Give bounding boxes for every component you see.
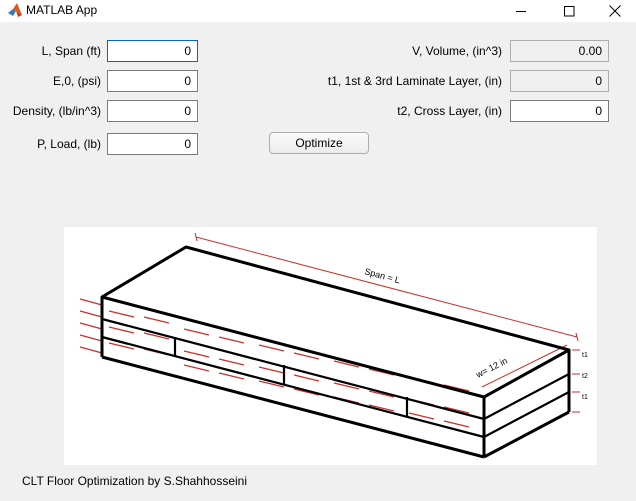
- t1-label: t1, 1st & 3rd Laminate Layer, (in): [327, 74, 502, 88]
- close-button[interactable]: [592, 0, 636, 22]
- title-bar: MATLAB App: [0, 0, 636, 22]
- grain-lines: [79, 298, 470, 428]
- window-title: MATLAB App: [26, 3, 98, 17]
- volume-label: V, Volume, (in^3): [412, 44, 502, 58]
- density-input[interactable]: [107, 100, 198, 122]
- maximize-icon: [563, 5, 574, 16]
- close-icon: [609, 5, 621, 17]
- footer-credit: CLT Floor Optimization by S.Shahhosseini: [22, 474, 247, 488]
- panel-outline: [100, 245, 571, 459]
- matlab-logo-icon: [8, 3, 22, 17]
- layer-label-t1-top: t1: [582, 352, 588, 359]
- t2-label: t2, Cross Layer, (in): [397, 104, 502, 118]
- maximize-button[interactable]: [546, 0, 592, 22]
- optimize-button[interactable]: Optimize: [269, 132, 369, 154]
- volume-output: [510, 40, 609, 62]
- load-input[interactable]: [107, 133, 198, 155]
- t1-output: [510, 70, 609, 92]
- span-input[interactable]: [107, 40, 198, 62]
- clt-panel-drawing: Span = L w= 12 in t1 t2 t1: [79, 232, 588, 459]
- minimize-button[interactable]: [498, 0, 544, 22]
- layer-label-t2: t2: [582, 373, 588, 380]
- clt-panel-diagram: Span = L w= 12 in t1 t2 t1: [64, 227, 597, 465]
- span-dimension: [194, 232, 579, 342]
- modulus-input[interactable]: [107, 70, 198, 92]
- span-label: L, Span (ft): [41, 44, 101, 58]
- density-label: Density, (lb/in^3): [12, 104, 101, 118]
- layer-label-t1-bottom: t1: [582, 394, 588, 401]
- modulus-label: E,0, (psi): [52, 74, 101, 88]
- minimize-icon: [515, 10, 526, 12]
- t2-output: [510, 100, 609, 122]
- load-label: P, Load, (lb): [37, 137, 101, 151]
- thickness-ticks: [572, 349, 580, 413]
